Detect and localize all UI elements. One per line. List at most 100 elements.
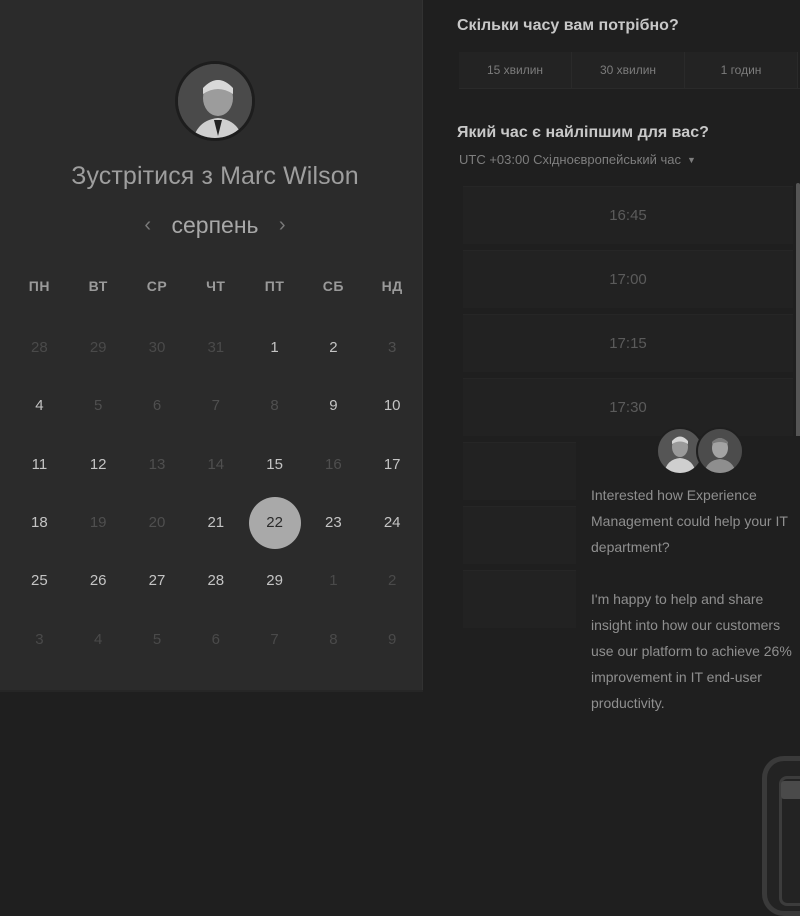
timezone-select[interactable]: UTC +03:00 Східноєвропейський час ▼	[459, 152, 696, 167]
calendar-day-number: 7	[211, 397, 220, 415]
calendar-day-number: 3	[388, 339, 397, 356]
host-name: Marc Wilson	[220, 162, 359, 190]
time-slot[interactable]: 16:45	[463, 186, 793, 244]
calendar-day-number: 10	[383, 397, 401, 415]
calendar-day-number: 31	[207, 339, 225, 356]
host-avatar	[175, 61, 255, 141]
calendar-day: 8	[304, 615, 363, 665]
duration-option-60[interactable]: 1 годин	[685, 52, 798, 88]
time-slot[interactable]: 17:00	[463, 250, 793, 308]
calendar-day: 8	[245, 381, 304, 431]
calendar-day: 16	[304, 440, 363, 490]
calendar-day[interactable]: 4	[10, 381, 69, 431]
calendar-day[interactable]: 28	[186, 556, 245, 606]
calendar-day-number: 1	[329, 572, 338, 590]
calendar-day[interactable]: 23	[304, 498, 363, 548]
calendar-day-number: 21	[207, 513, 225, 531]
calendar-day-number: 12	[89, 455, 107, 473]
calendar-week-row: 3 4 5 6 7 8 9	[10, 615, 422, 665]
calendar-day-number: 28	[31, 339, 48, 356]
calendar-day[interactable]: 24	[363, 498, 422, 548]
calendar-week-row: 11 12 13 14 15 16 17	[10, 440, 422, 490]
calendar-day: 19	[69, 498, 128, 548]
time-question: Який час є найліпшим для вас?	[457, 124, 709, 141]
calendar-day-number: 2	[388, 572, 397, 590]
calendar-day: 7	[186, 381, 245, 431]
calendar-day-number: 5	[152, 630, 162, 648]
calendar-day-number: 20	[148, 513, 166, 531]
calendar-day-number: 27	[148, 572, 166, 590]
calendar-day-number: 13	[148, 455, 166, 473]
weekday-label: СБ	[322, 278, 344, 294]
calendar-day-number: 22	[266, 513, 283, 531]
calendar-day[interactable]: 12	[69, 440, 128, 490]
slot-list-scrollbar[interactable]	[796, 183, 800, 453]
calendar-day: 3	[363, 323, 422, 373]
next-month-icon[interactable]: ›	[265, 214, 300, 237]
calendar-day-number: 28	[207, 572, 225, 590]
calendar-day-number: 4	[94, 630, 103, 648]
calendar-day[interactable]: 26	[69, 556, 128, 606]
calendar-day[interactable]: 25	[10, 556, 69, 606]
calendar-day: 4	[69, 615, 128, 665]
calendar-day-number: 23	[325, 513, 342, 531]
duration-option-15[interactable]: 15 хвилин	[459, 52, 572, 88]
chat-message-paragraph: I'm happy to help and share insight into…	[591, 591, 792, 711]
calendar-day: 5	[69, 381, 128, 431]
calendar-day-number: 7	[270, 630, 279, 648]
calendar-day[interactable]: 2	[304, 323, 363, 373]
calendar-day-number: 2	[329, 339, 338, 356]
calendar-day: 6	[128, 381, 187, 431]
calendar-day[interactable]: 10	[363, 381, 422, 431]
calendar-day-number: 17	[383, 455, 401, 473]
calendar-day: 20	[128, 498, 187, 548]
duration-options: 15 хвилин 30 хвилин 1 годин	[459, 52, 800, 89]
calendar-day: 2	[363, 556, 422, 606]
calendar-day[interactable]: 9	[304, 381, 363, 431]
calendar-day: 13	[128, 440, 187, 490]
calendar-day-number: 29	[266, 572, 283, 590]
month-navigation: ‹ серпень ›	[0, 212, 430, 239]
calendar-day-number: 9	[329, 397, 338, 415]
calendar-day-number: 8	[329, 630, 338, 648]
booking-calendar-panel: Зустрітися з Marc Wilson ‹ серпень › ПН …	[0, 0, 423, 690]
calendar-day-selected[interactable]: 22	[245, 496, 304, 549]
calendar-day-number: 5	[94, 397, 103, 415]
time-slot[interactable]: 17:15	[463, 314, 793, 372]
calendar-day: 1	[304, 556, 363, 606]
weekday-label: ЧТ	[206, 278, 226, 294]
calendar-day-number: 24	[383, 513, 401, 531]
prev-month-icon[interactable]: ‹	[130, 214, 165, 237]
calendar-day[interactable]: 15	[245, 440, 304, 490]
calendar-day-number: 3	[35, 630, 44, 648]
chat-agent-avatars	[656, 427, 746, 479]
calendar-day[interactable]: 17	[363, 440, 422, 490]
weekday-label: НД	[381, 278, 403, 294]
calendar-day-number: 19	[89, 513, 107, 531]
weekday-header: ПН ВТ СР ЧТ ПТ СБ НД	[10, 278, 422, 294]
calendar-day[interactable]: 21	[186, 498, 245, 548]
calendar-day: 29	[69, 323, 128, 373]
person-photo-icon	[178, 64, 252, 138]
weekday-label: СР	[146, 278, 168, 294]
duration-option-30[interactable]: 30 хвилин	[572, 52, 685, 88]
timezone-label: UTC +03:00 Східноєвропейський час	[459, 152, 681, 167]
calendar-day[interactable]: 29	[245, 556, 304, 606]
calendar-day: 28	[10, 323, 69, 373]
calendar-day[interactable]: 18	[10, 498, 69, 548]
calendar-day: 14	[186, 440, 245, 490]
calendar-day[interactable]: 11	[10, 440, 69, 490]
person-photo-icon	[698, 429, 742, 473]
weekday-label: ВТ	[88, 278, 108, 294]
agent-avatar	[696, 427, 744, 475]
caret-down-icon: ▼	[686, 155, 696, 165]
calendar-day: 30	[128, 323, 187, 373]
calendar-day[interactable]: 1	[245, 323, 304, 373]
calendar-day: 3	[10, 615, 69, 665]
chat-message-paragraph: Interested how Experience Management cou…	[591, 487, 788, 555]
calendar-day: 6	[186, 615, 245, 665]
calendar-day[interactable]: 27	[128, 556, 187, 606]
chat-launcher-icon[interactable]	[762, 756, 800, 916]
meeting-title-prefix: Зустрітися з	[71, 162, 214, 190]
launcher-mark	[781, 781, 800, 799]
